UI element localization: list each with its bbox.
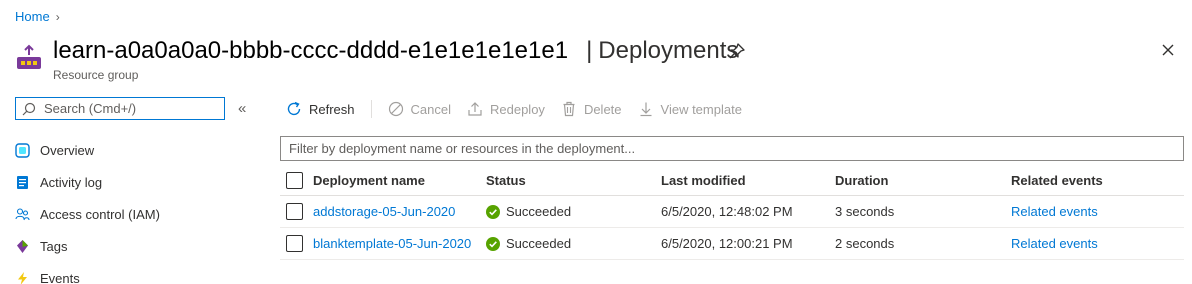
select-all-checkbox[interactable] [286, 172, 303, 189]
row-checkbox[interactable] [286, 203, 303, 220]
breadcrumb: Home › [15, 9, 60, 24]
status-text: Succeeded [506, 204, 572, 219]
delete-label: Delete [583, 101, 622, 117]
table-row[interactable]: blanktemplate-05-Jun-2020 Succeeded 6/5/… [280, 228, 1184, 260]
download-icon [640, 102, 652, 117]
deployment-name-link[interactable]: addstorage-05-Jun-2020 [313, 204, 455, 219]
table-row[interactable]: addstorage-05-Jun-2020 Succeeded 6/5/202… [280, 196, 1184, 228]
pin-icon[interactable] [728, 42, 746, 60]
column-header-last-modified[interactable]: Last modified [661, 173, 746, 188]
sidebar-item-overview[interactable]: Overview [15, 134, 160, 166]
sidebar-item-activity-log[interactable]: Activity log [15, 166, 160, 198]
table-header-row: Deployment name Status Last modified Dur… [280, 166, 1184, 196]
resource-type-label: Resource group [53, 68, 139, 82]
sidebar-item-label: Tags [40, 238, 68, 254]
upload-icon [468, 102, 482, 116]
row-checkbox[interactable] [286, 235, 303, 252]
deployment-name-link[interactable]: blanktemplate-05-Jun-2020 [313, 236, 471, 251]
duration-text: 2 seconds [835, 236, 895, 251]
refresh-icon [287, 101, 301, 116]
resource-name: learn-a0a0a0a0-bbbb-cccc-dddd-e1e1e1e1e1… [53, 37, 569, 64]
last-modified-text: 6/5/2020, 12:00:21 PM [661, 236, 793, 251]
view-template-label: View template [660, 101, 742, 117]
tag-icon [15, 239, 30, 254]
column-header-related-events[interactable]: Related events [1011, 173, 1103, 188]
filter-box[interactable] [280, 136, 1184, 161]
breadcrumb-home-link[interactable]: Home [15, 9, 50, 24]
page-title: learn-a0a0a0a0-bbbb-cccc-dddd-e1e1e1e1e1… [53, 37, 738, 65]
success-check-icon [486, 236, 500, 251]
search-box[interactable] [15, 97, 225, 120]
related-events-link[interactable]: Related events [1011, 204, 1098, 219]
lightning-icon [15, 271, 30, 284]
view-template-button[interactable]: View template [638, 101, 742, 117]
title-separator: | [586, 37, 593, 64]
success-check-icon [486, 204, 500, 219]
page-name: Deployments [598, 37, 739, 64]
column-header-status[interactable]: Status [486, 173, 526, 188]
redeploy-label: Redeploy [490, 101, 545, 117]
related-events-link[interactable]: Related events [1011, 236, 1098, 251]
deployments-table: Deployment name Status Last modified Dur… [280, 166, 1184, 260]
cancel-icon [388, 101, 403, 117]
sidebar-item-label: Events [40, 270, 80, 284]
refresh-button[interactable]: Refresh [286, 101, 355, 117]
sidebar-item-label: Overview [40, 142, 95, 158]
sidebar-item-tags[interactable]: Tags [15, 230, 160, 262]
toolbar-divider [370, 100, 372, 118]
sidebar-item-events[interactable]: Events [15, 262, 160, 284]
search-icon [22, 102, 36, 115]
sidebar-nav: Overview Activity log Access control (IA… [15, 134, 160, 284]
sidebar-item-label: Access control (IAM) [40, 206, 160, 222]
delete-button[interactable]: Delete [561, 101, 622, 117]
collapse-menu-icon[interactable]: « [238, 100, 246, 117]
redeploy-button[interactable]: Redeploy [467, 101, 545, 117]
last-modified-text: 6/5/2020, 12:48:02 PM [661, 204, 793, 219]
trash-icon [563, 101, 575, 117]
people-icon [15, 207, 30, 222]
column-header-duration[interactable]: Duration [835, 173, 888, 188]
sidebar-item-iam[interactable]: Access control (IAM) [15, 198, 160, 230]
status-text: Succeeded [506, 236, 572, 251]
cancel-label: Cancel [410, 101, 451, 117]
activity-log-icon [15, 175, 30, 190]
command-bar: Refresh Cancel Redeploy Delete View temp… [286, 98, 758, 120]
duration-text: 3 seconds [835, 204, 895, 219]
close-icon[interactable] [1160, 42, 1176, 58]
refresh-label: Refresh [309, 101, 355, 117]
column-header-name[interactable]: Deployment name [313, 173, 425, 188]
resource-group-icon [17, 44, 41, 69]
filter-input[interactable] [289, 141, 1169, 156]
overview-icon [15, 142, 30, 158]
cancel-button[interactable]: Cancel [388, 101, 451, 117]
chevron-right-icon: › [55, 9, 60, 24]
search-input[interactable] [44, 101, 214, 116]
sidebar-item-label: Activity log [40, 174, 103, 190]
